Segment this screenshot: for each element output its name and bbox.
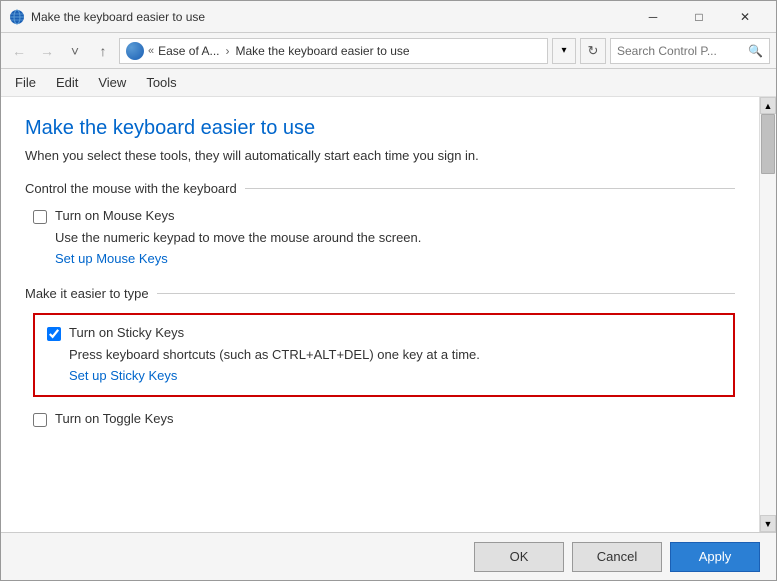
sticky-keys-link[interactable]: Set up Sticky Keys (69, 368, 177, 383)
minimize-button[interactable]: ─ (630, 1, 676, 33)
mouse-keys-row: Turn on Mouse Keys (33, 208, 735, 224)
ok-button[interactable]: OK (474, 542, 564, 572)
sticky-keys-label[interactable]: Turn on Sticky Keys (69, 325, 184, 340)
scroll-up-arrow[interactable]: ▲ (760, 97, 776, 114)
back-button[interactable]: ← (7, 39, 31, 63)
section2-label: Make it easier to type (25, 286, 149, 301)
breadcrumb1: Ease of A... (158, 44, 219, 58)
globe-icon (126, 42, 144, 60)
menu-tools[interactable]: Tools (136, 71, 186, 94)
menu-file[interactable]: File (5, 71, 46, 94)
bottom-bar: OK Cancel Apply (1, 532, 776, 580)
address-dropdown[interactable]: ▾ (552, 38, 576, 64)
section1-line (245, 188, 735, 189)
menu-edit[interactable]: Edit (46, 71, 88, 94)
search-icon[interactable]: 🔍 (748, 44, 763, 58)
title-bar: Make the keyboard easier to use ─ □ ✕ (1, 1, 776, 33)
sticky-keys-description: Press keyboard shortcuts (such as CTRL+A… (69, 347, 721, 362)
mouse-keys-description: Use the numeric keypad to move the mouse… (55, 230, 735, 245)
page-subtitle: When you select these tools, they will a… (25, 148, 735, 163)
search-box[interactable]: 🔍 (610, 38, 770, 64)
refresh-button[interactable]: ↻ (580, 38, 606, 64)
main-window: Make the keyboard easier to use ─ □ ✕ ← … (0, 0, 777, 581)
page-title: Make the keyboard easier to use (25, 117, 735, 140)
expand-button[interactable]: ˅ (63, 39, 87, 63)
sticky-keys-checkbox[interactable] (47, 327, 61, 341)
toggle-keys-checkbox[interactable] (33, 413, 47, 427)
toggle-keys-label[interactable]: Turn on Toggle Keys (55, 411, 174, 426)
address-path[interactable]: « Ease of A... › Make the keyboard easie… (119, 38, 548, 64)
toggle-keys-row: Turn on Toggle Keys (33, 411, 735, 427)
path-prefix: « (148, 45, 154, 57)
scrollbar: ▲ ▼ (759, 97, 776, 532)
separator1: › (226, 44, 230, 58)
apply-button[interactable]: Apply (670, 542, 760, 572)
sticky-keys-row: Turn on Sticky Keys (47, 325, 721, 341)
menu-view[interactable]: View (88, 71, 136, 94)
maximize-button[interactable]: □ (676, 1, 722, 33)
window-controls: ─ □ ✕ (630, 1, 768, 33)
window-icon (9, 9, 25, 25)
mouse-keys-checkbox[interactable] (33, 210, 47, 224)
breadcrumb2: Make the keyboard easier to use (236, 44, 410, 58)
section2-line (157, 293, 735, 294)
window-title: Make the keyboard easier to use (31, 10, 630, 24)
section1-label: Control the mouse with the keyboard (25, 181, 237, 196)
cancel-button[interactable]: Cancel (572, 542, 662, 572)
search-input[interactable] (617, 44, 744, 58)
address-bar: ← → ˅ ↑ « Ease of A... › Make the keyboa… (1, 33, 776, 69)
content-area: Make the keyboard easier to use When you… (1, 97, 776, 532)
up-button[interactable]: ↑ (91, 39, 115, 63)
section1-header: Control the mouse with the keyboard (25, 181, 735, 196)
scroll-track[interactable] (760, 114, 776, 515)
section2-header: Make it easier to type (25, 286, 735, 301)
close-button[interactable]: ✕ (722, 1, 768, 33)
scroll-down-arrow[interactable]: ▼ (760, 515, 776, 532)
forward-button[interactable]: → (35, 39, 59, 63)
mouse-keys-link[interactable]: Set up Mouse Keys (55, 251, 168, 266)
scroll-thumb[interactable] (761, 114, 775, 174)
menu-bar: File Edit View Tools (1, 69, 776, 97)
sticky-keys-section: Turn on Sticky Keys Press keyboard short… (33, 313, 735, 397)
mouse-keys-label[interactable]: Turn on Mouse Keys (55, 208, 174, 223)
content-scroll: Make the keyboard easier to use When you… (1, 97, 759, 532)
